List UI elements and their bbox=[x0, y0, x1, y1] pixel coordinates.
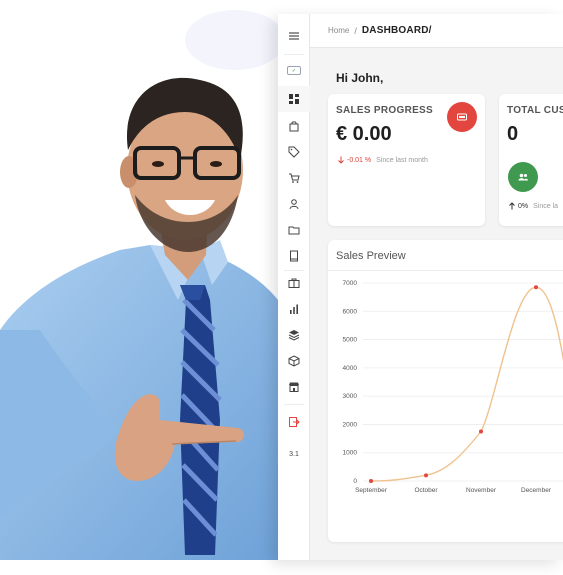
card-title: TOTAL CUS bbox=[507, 105, 563, 116]
customers-since-label: Since la bbox=[533, 202, 559, 210]
sales-change-percent: -0.01 % bbox=[347, 156, 372, 164]
sales-line-chart: 0 1000 2000 3000 4000 5000 6000 7000 September Oc… bbox=[343, 280, 563, 494]
tag-icon[interactable] bbox=[278, 139, 310, 165]
y-tick-label: 5000 bbox=[343, 337, 358, 344]
book-icon[interactable] bbox=[278, 243, 310, 269]
arrow-down-icon bbox=[338, 156, 344, 164]
briefcase-icon[interactable] bbox=[278, 270, 310, 296]
box-icon[interactable] bbox=[278, 348, 310, 374]
person-photo bbox=[0, 0, 285, 575]
y-tick-label: 0 bbox=[353, 478, 357, 485]
user-icon[interactable] bbox=[278, 191, 310, 217]
data-point bbox=[479, 429, 483, 434]
sales-preview-card: Sales Preview 0 1000 2000 3000 4000 5000 6000 7… bbox=[328, 240, 563, 542]
arrow-up-icon bbox=[509, 202, 515, 210]
y-tick-label: 6000 bbox=[343, 308, 358, 315]
card-title: SALES PROGRESS bbox=[336, 105, 433, 116]
x-tick-label: December bbox=[521, 487, 552, 494]
chart-title: Sales Preview bbox=[336, 250, 406, 262]
x-tick-label: November bbox=[466, 487, 497, 494]
breadcrumb-separator: / bbox=[354, 25, 357, 36]
breadcrumb: Home / DASHBOARD/ bbox=[310, 14, 563, 48]
data-point bbox=[369, 479, 373, 483]
y-tick-label: 3000 bbox=[343, 393, 358, 400]
customers-change: 0% Since la bbox=[508, 202, 558, 210]
sales-progress-card: SALES PROGRESS € 0.00 -0.01 % Since last… bbox=[328, 94, 485, 226]
data-point bbox=[424, 473, 428, 478]
logout-icon[interactable] bbox=[278, 409, 310, 435]
breadcrumb-home-link[interactable]: Home bbox=[328, 26, 349, 35]
customers-change-percent: 0% bbox=[518, 202, 529, 210]
sales-value: € 0.00 bbox=[336, 123, 392, 145]
total-customers-card: TOTAL CUS 0 0% Since la bbox=[499, 94, 563, 226]
sales-since-label: Since last month bbox=[376, 156, 428, 164]
logo-icon[interactable]: ✓ bbox=[287, 66, 301, 75]
cart-icon[interactable] bbox=[278, 165, 310, 191]
greeting: Hi John, bbox=[336, 71, 384, 85]
bar-chart-icon[interactable] bbox=[278, 296, 310, 322]
store-icon[interactable] bbox=[278, 374, 310, 400]
app-version: 3.1 bbox=[289, 451, 299, 458]
customers-value: 0 bbox=[507, 123, 519, 145]
layers-icon[interactable] bbox=[278, 322, 310, 348]
y-tick-label: 2000 bbox=[343, 421, 358, 428]
shopping-bag-icon[interactable] bbox=[278, 113, 310, 139]
menu-icon[interactable] bbox=[278, 23, 310, 49]
dashboard-window: ✓ 3.1 Home / DASHBOARD/ Hi John, SALES P… bbox=[278, 14, 563, 560]
folder-icon[interactable] bbox=[278, 217, 310, 243]
page-title: DASHBOARD/ bbox=[361, 25, 432, 36]
data-point bbox=[534, 285, 538, 290]
sales-change: -0.01 % Since last month bbox=[337, 156, 428, 164]
y-tick-label: 4000 bbox=[343, 365, 358, 372]
wallet-icon bbox=[447, 102, 477, 132]
series-line bbox=[370, 286, 563, 482]
y-tick-label: 1000 bbox=[343, 450, 358, 457]
sidebar: ✓ 3.1 bbox=[278, 14, 310, 560]
dashboard-icon[interactable] bbox=[278, 86, 310, 112]
y-tick-label: 7000 bbox=[343, 280, 358, 287]
x-tick-label: September bbox=[355, 487, 388, 494]
x-tick-label: October bbox=[414, 487, 438, 494]
users-icon bbox=[508, 162, 538, 192]
sidebar-divider bbox=[284, 54, 304, 55]
sidebar-divider bbox=[284, 404, 304, 405]
